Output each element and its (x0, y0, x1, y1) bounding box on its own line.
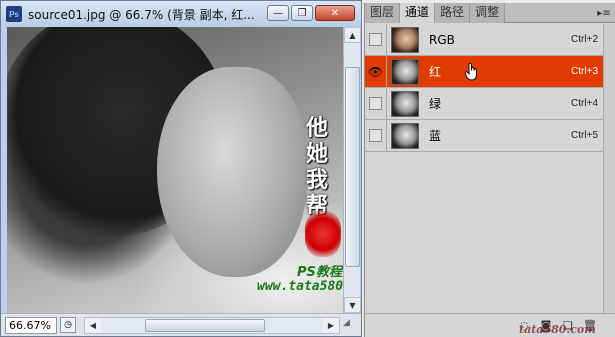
channel-name: 蓝 (429, 129, 442, 143)
status-info-icon[interactable]: ◷ (60, 317, 76, 333)
channel-thumbnail (391, 26, 419, 53)
vertical-scrollbar[interactable]: ▲ ▼ (343, 27, 361, 313)
visibility-toggle[interactable] (365, 87, 387, 120)
resize-grip-icon[interactable]: ◢ (343, 318, 357, 332)
channel-row-red[interactable]: 👁 红 Ctrl+3 (365, 55, 615, 88)
zoom-level-field[interactable]: 66.67% (5, 316, 57, 334)
channel-list: RGB Ctrl+2 👁 红 Ctrl+3 绿 Ctrl+4 蓝 Ctrl+5 (365, 23, 615, 152)
channel-shortcut: Ctrl+2 (571, 34, 598, 45)
document-titlebar[interactable]: Ps source01.jpg @ 66.7% (背景 副本, 红... — ❐… (1, 1, 361, 27)
channels-panel: 图层 通道 路径 调整 ▸≡ RGB Ctrl+2 👁 红 Ctrl+3 绿 C… (364, 3, 615, 337)
visibility-toggle[interactable] (365, 23, 387, 56)
channel-shortcut: Ctrl+4 (571, 98, 598, 109)
horizontal-scrollbar[interactable]: ◀ ▶ (84, 316, 340, 334)
calligraphy-line: 她 我 (305, 141, 328, 193)
document-title: source01.jpg @ 66.7% (背景 副本, 红... (28, 7, 255, 22)
site-watermark-url: www.tata580.com (257, 279, 343, 294)
visibility-toggle[interactable]: 👁 (365, 55, 387, 88)
footer-watermark: tata580.com (519, 323, 596, 336)
site-watermark-name: PS教程网 (297, 265, 343, 280)
tab-channels[interactable]: 通道 (400, 3, 436, 23)
panel-scrollbar[interactable] (603, 24, 615, 313)
scroll-up-icon[interactable]: ▲ (344, 27, 361, 43)
channel-row-green[interactable]: 绿 Ctrl+4 (365, 87, 615, 120)
panel-footer: ◌ ◙ ❏ 🗑 tata580.com (365, 313, 615, 337)
close-button[interactable]: ✕ (315, 5, 355, 21)
tab-paths[interactable]: 路径 (435, 3, 471, 23)
restore-icon: ❐ (297, 7, 307, 19)
document-window: Ps source01.jpg @ 66.7% (背景 副本, 红... — ❐… (0, 0, 362, 337)
scroll-down-icon[interactable]: ▼ (344, 297, 361, 313)
visibility-empty-icon (369, 97, 382, 110)
tab-adjustments[interactable]: 调整 (470, 3, 506, 23)
channel-row-rgb[interactable]: RGB Ctrl+2 (365, 23, 615, 56)
photoshop-app-icon: Ps (6, 6, 22, 22)
close-icon: ✕ (330, 7, 340, 19)
panel-menu-icon[interactable]: ▸≡ (593, 3, 615, 23)
channel-name: 红 (429, 65, 442, 79)
red-seal-stamp (305, 211, 341, 257)
channel-name: 绿 (429, 97, 442, 111)
minimize-icon: — (273, 7, 283, 19)
horizontal-scroll-thumb[interactable] (145, 318, 265, 332)
visibility-toggle[interactable] (365, 119, 387, 152)
channel-thumbnail (391, 122, 419, 149)
channel-thumbnail (391, 58, 419, 85)
eye-icon: 👁 (367, 64, 384, 79)
scroll-right-icon[interactable]: ▶ (323, 317, 339, 333)
tab-layers[interactable]: 图层 (365, 3, 401, 23)
channel-name: RGB (429, 32, 455, 47)
image-canvas[interactable]: 他 她 我 帮 你 PS教程网 www.tata580.com (7, 27, 343, 313)
calligraphy-watermark: 他 她 我 帮 你 (293, 115, 341, 245)
visibility-empty-icon (369, 33, 382, 46)
vertical-scroll-thumb[interactable] (345, 67, 360, 267)
visibility-empty-icon (369, 129, 382, 142)
status-bar: 66.67% ◷ ◀ ▶ ◢ (1, 313, 361, 336)
hand-cursor-icon (465, 62, 477, 81)
channel-shortcut: Ctrl+5 (571, 130, 598, 141)
channel-thumbnail (391, 90, 419, 117)
minimize-button[interactable]: — (267, 5, 289, 21)
photo-face-region (157, 67, 307, 277)
scroll-left-icon[interactable]: ◀ (85, 317, 101, 333)
channel-row-blue[interactable]: 蓝 Ctrl+5 (365, 119, 615, 152)
calligraphy-line: 他 (305, 115, 328, 141)
channel-shortcut: Ctrl+3 (571, 66, 598, 77)
panel-tabs: 图层 通道 路径 调整 ▸≡ (365, 3, 615, 23)
restore-button[interactable]: ❐ (291, 5, 313, 21)
